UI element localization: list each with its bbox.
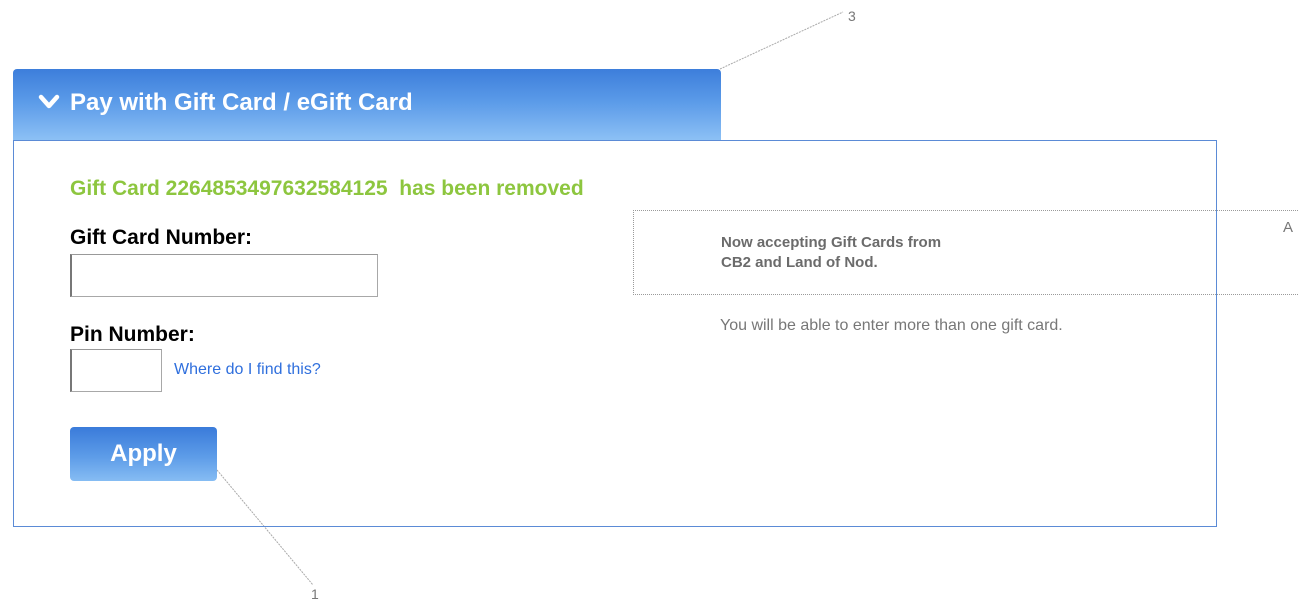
pin-number-label: Pin Number: (70, 323, 195, 346)
notice-line-1: Now accepting Gift Cards from (721, 234, 942, 251)
gift-card-section-header[interactable]: Pay with Gift Card / eGift Card (13, 69, 721, 140)
card-number-label: Gift Card Number: (70, 226, 253, 249)
leader-line-3 (719, 11, 844, 70)
where-to-find-link[interactable]: Where do I find this? (174, 361, 321, 379)
removed-message: Gift Card 2264853497632584125 has been r… (70, 177, 584, 200)
apply-button[interactable]: Apply (70, 427, 217, 481)
notice-line-2: CB2 and Land of Nod. (721, 254, 878, 271)
chevron-down-icon (38, 94, 60, 109)
annotation-3: 3 (848, 8, 856, 24)
notice-box: Now accepting Gift Cards from CB2 and La… (633, 210, 1298, 295)
pin-number-input[interactable] (70, 349, 162, 392)
section-title: Pay with Gift Card / eGift Card (70, 89, 413, 116)
notice-text: Now accepting Gift Cards from CB2 and La… (721, 233, 941, 273)
multiple-cards-info: You will be able to enter more than one … (720, 317, 1063, 334)
card-number-input[interactable] (70, 254, 378, 297)
annotation-1: 1 (311, 586, 319, 602)
